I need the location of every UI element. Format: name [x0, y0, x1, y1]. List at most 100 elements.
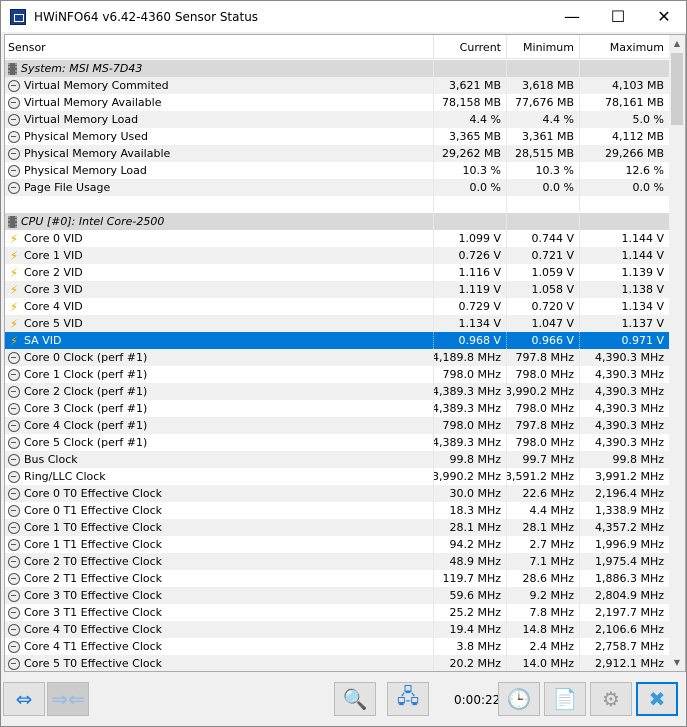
minimum-value: 28,515 MB	[507, 145, 580, 162]
current-value: 3,621 MB	[434, 77, 507, 94]
sensor-row[interactable]: Core 4 T1 Effective Clock 3.8 MHz 2.4 MHz 2…	[5, 638, 670, 655]
sensor-row[interactable]: Core 5 Clock (perf #1) 4,389.3 MHz 798.0 M…	[5, 434, 670, 451]
sensor-row[interactable]: Virtual Memory Available 78,158 MB 77,676 …	[5, 94, 670, 111]
sensor-row[interactable]: Core 1 Clock (perf #1) 798.0 MHz 798.0 MHz…	[5, 366, 670, 383]
current-value: 0.726 V	[434, 247, 507, 264]
column-header-sensor[interactable]: Sensor	[5, 35, 434, 59]
minimum-value: 0.744 V	[507, 230, 580, 247]
sensor-row[interactable]: Physical Memory Used 3,365 MB 3,361 MB 4,11…	[5, 128, 670, 145]
current-value: 798.0 MHz	[434, 366, 507, 383]
sensor-row[interactable]: Page File Usage 0.0 % 0.0 % 0.0 %	[5, 179, 670, 196]
sensor-row[interactable]: Core 0 T0 Effective Clock 30.0 MHz 22.6 MH…	[5, 485, 670, 502]
sensor-name: Core 0 T1 Effective Clock	[24, 504, 163, 517]
scrollbar-thumb[interactable]	[671, 53, 683, 125]
clock-icon	[8, 368, 20, 381]
network-button[interactable]: 🖧	[387, 682, 429, 716]
sensor-row[interactable]: ⚡ Core 0 VID 1.099 V 0.744 V 1.144 V	[5, 230, 670, 247]
scroll-down-icon[interactable]: ▼	[669, 654, 685, 671]
sensor-row[interactable]: Virtual Memory Load 4.4 % 4.4 % 5.0 %	[5, 111, 670, 128]
current-value: 59.6 MHz	[434, 587, 507, 604]
settings-button[interactable]: ⚙	[590, 682, 632, 716]
column-header-current[interactable]: Current	[434, 35, 507, 59]
clock-icon	[8, 181, 20, 194]
current-value: 18.3 MHz	[434, 502, 507, 519]
minimum-value: 3,618 MB	[507, 77, 580, 94]
sensor-name-cell: Core 0 T1 Effective Clock	[5, 502, 434, 519]
current-value: 3,990.2 MHz	[434, 468, 507, 485]
current-value: 3.8 MHz	[434, 638, 507, 655]
vertical-scrollbar[interactable]: ▲ ▼	[669, 35, 685, 671]
sensor-row[interactable]: Physical Memory Load 10.3 % 10.3 % 12.6 %	[5, 162, 670, 179]
minimum-value: 2.4 MHz	[507, 638, 580, 655]
minimum-value: 798.0 MHz	[507, 366, 580, 383]
column-header-minimum[interactable]: Minimum	[507, 35, 580, 59]
maximum-value: 0.0 %	[580, 179, 670, 196]
minimize-button[interactable]: —	[549, 1, 595, 31]
clock-icon	[8, 572, 20, 585]
sensor-row[interactable]: ⚡ Core 5 VID 1.134 V 1.047 V 1.137 V	[5, 315, 670, 332]
sensor-row[interactable]: Core 1 T0 Effective Clock 28.1 MHz 28.1 MH…	[5, 519, 670, 536]
sensor-row[interactable]: Core 4 T0 Effective Clock 19.4 MHz 14.8 MH…	[5, 621, 670, 638]
sensor-row[interactable]: Physical Memory Available 29,262 MB 28,515…	[5, 145, 670, 162]
sensor-group-row[interactable]: CPU [#0]: Intel Core-2500	[5, 213, 670, 230]
minimum-value: 3,361 MB	[507, 128, 580, 145]
maximum-value: 29,266 MB	[580, 145, 670, 162]
blank-row[interactable]	[5, 196, 670, 213]
sensor-row[interactable]: Core 3 T0 Effective Clock 59.6 MHz 9.2 MHz…	[5, 587, 670, 604]
current-value: 10.3 %	[434, 162, 507, 179]
sensor-name: Core 4 VID	[24, 300, 83, 313]
sensor-row[interactable]: ⚡ Core 3 VID 1.119 V 1.058 V 1.138 V	[5, 281, 670, 298]
sensor-name-cell: Virtual Memory Load	[5, 111, 434, 128]
maximum-value: 1,975.4 MHz	[580, 553, 670, 570]
sensor-row[interactable]: ⚡ Core 1 VID 0.726 V 0.721 V 1.144 V	[5, 247, 670, 264]
current-value	[434, 60, 507, 77]
maximum-value	[580, 60, 670, 77]
scroll-up-icon[interactable]: ▲	[669, 35, 685, 52]
sensor-row[interactable]: ⚡ Core 2 VID 1.116 V 1.059 V 1.139 V	[5, 264, 670, 281]
sensor-row[interactable]: Core 2 T1 Effective Clock 119.7 MHz 28.6 M…	[5, 570, 670, 587]
clock-icon	[8, 113, 20, 126]
current-value	[434, 196, 507, 213]
sensor-row[interactable]: Core 3 Clock (perf #1) 4,389.3 MHz 798.0 M…	[5, 400, 670, 417]
clock-icon	[8, 623, 20, 636]
close-button[interactable]: ✕	[641, 1, 687, 31]
sensor-row[interactable]: Core 0 T1 Effective Clock 18.3 MHz 4.4 MHz…	[5, 502, 670, 519]
sensor-name: Virtual Memory Load	[24, 113, 139, 126]
clock-icon	[8, 487, 20, 500]
sensor-row[interactable]: Core 2 T0 Effective Clock 48.9 MHz 7.1 MHz…	[5, 553, 670, 570]
logging-button[interactable]: 📄	[544, 682, 586, 716]
maximum-value: 4,390.3 MHz	[580, 349, 670, 366]
current-value: 30.0 MHz	[434, 485, 507, 502]
sensor-group-row[interactable]: System: MSI MS-7D43	[5, 60, 670, 77]
sensor-row[interactable]: Core 0 Clock (perf #1) 4,189.8 MHz 797.8 M…	[5, 349, 670, 366]
sensor-name-cell: Bus Clock	[5, 451, 434, 468]
current-value: 798.0 MHz	[434, 417, 507, 434]
sensor-row[interactable]: Core 4 Clock (perf #1) 798.0 MHz 797.8 MHz…	[5, 417, 670, 434]
reset-clock-button[interactable]: 🕒	[498, 682, 540, 716]
sensor-row[interactable]: Core 1 T1 Effective Clock 94.2 MHz 2.7 MHz…	[5, 536, 670, 553]
sensor-row[interactable]: Core 3 T1 Effective Clock 25.2 MHz 7.8 MHz…	[5, 604, 670, 621]
minimum-value: 7.8 MHz	[507, 604, 580, 621]
expand-columns-button[interactable]: ⇔	[3, 682, 45, 716]
sensor-row[interactable]: ⚡ Core 4 VID 0.729 V 0.720 V 1.134 V	[5, 298, 670, 315]
maximize-button[interactable]: ☐	[595, 1, 641, 31]
sensor-row[interactable]: ⚡ SA VID 0.968 V 0.966 V 0.971 V	[5, 332, 670, 349]
sensor-row[interactable]: Ring/LLC Clock 3,990.2 MHz 3,591.2 MHz 3,99…	[5, 468, 670, 485]
chip-icon	[8, 215, 17, 228]
sensor-name: Core 4 T0 Effective Clock	[24, 623, 163, 636]
sensor-row[interactable]: Bus Clock 99.8 MHz 99.7 MHz 99.8 MHz	[5, 451, 670, 468]
sensor-row[interactable]: Virtual Memory Commited 3,621 MB 3,618 MB 4…	[5, 77, 670, 94]
sensor-name-cell: Core 4 Clock (perf #1)	[5, 417, 434, 434]
sensor-rows: System: MSI MS-7D43 Virtual Memory Commit…	[5, 60, 670, 671]
exit-button[interactable]: ✖	[636, 682, 678, 716]
column-header-maximum[interactable]: Maximum	[580, 35, 670, 59]
sensor-name-cell: Core 2 Clock (perf #1)	[5, 383, 434, 400]
collapse-columns-button[interactable]: ⇒⇐	[47, 682, 89, 716]
sensor-monitor-button[interactable]: 🔍	[334, 682, 376, 716]
clock-icon	[8, 640, 20, 653]
minimum-value: 2.7 MHz	[507, 536, 580, 553]
sensor-row[interactable]: Core 5 T0 Effective Clock 20.2 MHz 14.0 MH…	[5, 655, 670, 671]
sensor-name-cell: Core 4 T1 Effective Clock	[5, 638, 434, 655]
current-value	[434, 213, 507, 230]
sensor-row[interactable]: Core 2 Clock (perf #1) 4,389.3 MHz 3,990.2…	[5, 383, 670, 400]
